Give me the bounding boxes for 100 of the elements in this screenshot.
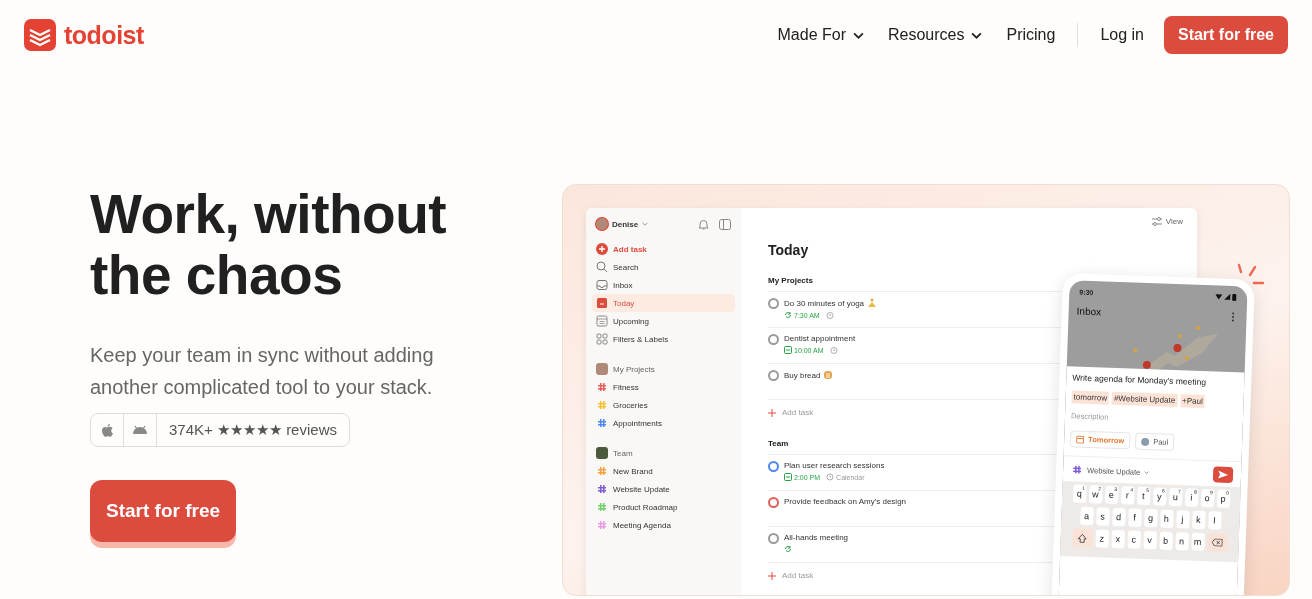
project-item[interactable]: Appointments <box>592 414 735 432</box>
project-group[interactable]: My Projects <box>592 360 735 378</box>
sidebar-item[interactable]: Filters & Labels <box>592 330 735 348</box>
project-item[interactable]: Groceries <box>592 396 735 414</box>
keyboard-key[interactable]: h <box>1159 509 1174 528</box>
tag-chip: #Website Update <box>1111 391 1178 408</box>
nav-link[interactable]: Made For <box>765 26 876 44</box>
keyboard-key[interactable]: e $^{3}$ <box>1104 485 1119 505</box>
calendar-icon <box>784 473 792 481</box>
project-item[interactable]: Fitness <box>592 378 735 396</box>
keyboard-key[interactable]: l <box>1207 511 1222 530</box>
sparkle-icon <box>1236 263 1266 285</box>
task-title: Do 30 minutes of yoga <box>784 298 865 308</box>
inbox-icon <box>596 279 608 291</box>
screen-title: Inbox <box>1076 305 1102 318</box>
view-button[interactable]: View <box>1151 217 1183 226</box>
avatar <box>596 218 608 230</box>
keyboard-key[interactable]: z <box>1094 529 1109 548</box>
keyboard-key[interactable]: s <box>1095 507 1110 526</box>
project-item[interactable]: New Brand <box>592 462 735 480</box>
task-checkbox[interactable] <box>768 298 779 309</box>
login-link[interactable]: Log in <box>1088 26 1156 44</box>
calendar-icon <box>596 315 608 327</box>
sidebar-item[interactable]: Search <box>592 258 735 276</box>
repeat-icon <box>784 545 792 553</box>
alarm-icon <box>829 346 838 354</box>
keyboard-key[interactable]: w $^{2}$ <box>1088 485 1103 504</box>
sidebar-item[interactable]: Upcoming <box>592 312 735 330</box>
nav-link[interactable]: Resources <box>876 26 995 44</box>
add-icon <box>596 243 608 255</box>
hash-icon <box>1073 465 1082 474</box>
keyboard-key[interactable]: f <box>1127 508 1142 527</box>
hero-heading: Work, without the chaos <box>90 184 448 306</box>
shift-icon <box>1077 533 1087 543</box>
keyboard-key[interactable]: b <box>1158 531 1173 550</box>
task-checkbox[interactable] <box>768 334 779 345</box>
keyboard-key[interactable]: m <box>1190 532 1205 552</box>
logo-wordmark[interactable]: todoist <box>64 20 144 50</box>
backspace-key[interactable] <box>1206 533 1228 552</box>
alarm-icon <box>825 311 834 319</box>
task-checkbox[interactable] <box>768 533 779 544</box>
caret-icon <box>971 31 983 39</box>
yoga-icon <box>867 298 878 308</box>
task-title: Plan user research sessions <box>784 461 885 470</box>
project-item[interactable]: Product Roadmap <box>592 498 735 516</box>
keyboard-key[interactable]: d <box>1111 507 1126 527</box>
keyboard-key[interactable]: p $^{0}$ <box>1216 489 1231 508</box>
search-icon <box>596 261 608 273</box>
keyboard-key[interactable]: r $^{4}$ <box>1120 486 1135 505</box>
user-name[interactable]: Denise <box>612 219 639 229</box>
backspace-icon <box>1211 538 1223 547</box>
sidebar-item[interactable]: Add task <box>592 240 735 258</box>
task-checkbox[interactable] <box>768 497 779 508</box>
keyboard-key[interactable]: c <box>1126 530 1141 549</box>
send-button[interactable] <box>1212 466 1234 484</box>
sliders-icon <box>1151 217 1162 226</box>
team-avatar <box>596 447 608 459</box>
sidebar-icon <box>719 218 731 230</box>
more-icon <box>1231 311 1235 322</box>
task-input[interactable]: Write agenda for Monday's meeting <box>1072 372 1207 388</box>
calendar-icon <box>1076 435 1085 444</box>
avatar <box>596 363 608 375</box>
keyboard-key[interactable]: q $^{1}$ <box>1072 484 1087 503</box>
keyboard-key[interactable]: i $^{8}$ <box>1184 488 1199 507</box>
keyboard-key[interactable]: n <box>1174 532 1189 551</box>
apple-icon <box>100 422 114 438</box>
android-icon <box>132 425 148 435</box>
project-group[interactable]: Team <box>592 444 735 462</box>
keyboard-key[interactable]: x <box>1110 529 1125 549</box>
task-checkbox[interactable] <box>768 461 779 472</box>
tag-chip: tomorrow <box>1071 390 1110 405</box>
keyboard-key[interactable]: u $^{7}$ <box>1168 487 1183 507</box>
plus-icon <box>768 571 776 580</box>
tag-chip: +Paul <box>1179 394 1206 409</box>
keyboard-key[interactable]: g <box>1143 509 1158 528</box>
avatar <box>1141 437 1150 446</box>
task-title: Dentist appointment <box>784 334 856 343</box>
keyboard-key[interactable]: v <box>1142 530 1157 550</box>
clock-icon <box>826 473 835 481</box>
task-title: Provide feedback on Amy's design <box>784 497 907 506</box>
nav-link[interactable]: Pricing <box>994 26 1068 44</box>
keyboard-key[interactable]: a <box>1079 506 1094 526</box>
shift-key[interactable] <box>1071 528 1093 548</box>
page-title: Today <box>768 242 810 258</box>
keyboard-key[interactable]: y $^{6}$ <box>1152 487 1167 506</box>
task-title: All-hands meeting <box>784 533 849 542</box>
bread-icon <box>823 370 834 380</box>
project-item[interactable]: Meeting Agenda <box>592 516 735 534</box>
sidebar-item[interactable]: Inbox <box>592 276 735 294</box>
keyboard-key[interactable]: t $^{5}$ <box>1136 486 1151 506</box>
keyboard-key[interactable]: j <box>1175 510 1190 529</box>
task-checkbox[interactable] <box>768 370 779 381</box>
project-item[interactable]: Website Update <box>592 480 735 498</box>
start-button[interactable]: Start for free <box>1163 16 1288 54</box>
sidebar-item[interactable]: Today <box>592 294 735 312</box>
rating-text: 374K+ ★★★★★ reviews <box>168 420 338 440</box>
keyboard-key[interactable]: o $^{9}$ <box>1200 488 1215 508</box>
grid-icon <box>596 333 608 345</box>
keyboard-key[interactable]: k <box>1191 510 1206 530</box>
repeat-icon <box>784 311 792 319</box>
